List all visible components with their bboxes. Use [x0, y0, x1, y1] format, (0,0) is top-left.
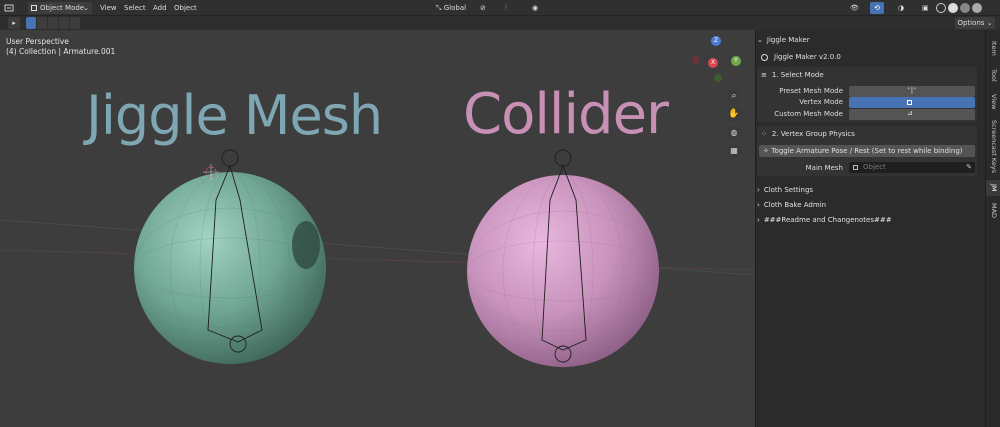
overlay-icon[interactable]: ◑ [898, 2, 904, 14]
menu-object[interactable]: Object [174, 2, 197, 14]
vertex-icon [907, 100, 912, 105]
tab-item[interactable]: Item [986, 36, 1000, 60]
shading-buttons [936, 3, 996, 13]
select-subtract-icon[interactable] [48, 17, 58, 29]
transform-orientation[interactable]: ⤡ Global [430, 2, 472, 14]
armature-icon: ✧ [763, 147, 769, 155]
material-shading-icon[interactable] [960, 3, 970, 13]
mode-dropdown[interactable]: Object Mode ⌄ [28, 2, 92, 14]
jiggle-sphere [134, 172, 326, 364]
tool-header: ▸ Options ⌄ [0, 16, 1000, 30]
chevron-right-icon: › [757, 186, 760, 194]
list-icon: ≡ [761, 71, 767, 79]
tab-tool[interactable]: Tool [986, 63, 1000, 87]
visibility-icon[interactable]: 👁 [850, 2, 859, 14]
3d-viewport[interactable]: User Perspective (4) Collection | Armatu… [0, 30, 755, 427]
select-tool-icon[interactable]: ▸ [8, 17, 20, 29]
eyedropper-icon[interactable]: ✎ [966, 162, 972, 173]
menu-select[interactable]: Select [124, 2, 146, 14]
custom-mesh-mode-label: Custom Mesh Mode [774, 110, 843, 118]
toggle-armature-pose-button[interactable]: ✧ Toggle Armature Pose / Rest (Set to re… [759, 145, 975, 157]
xray-icon[interactable]: ▣ [922, 2, 929, 14]
rendered-shading-icon[interactable] [972, 3, 982, 13]
collider-sphere [467, 175, 659, 367]
tab-mad[interactable]: MAD [986, 200, 1000, 222]
preset-mesh-icon: ⁺|⁺ [907, 86, 917, 94]
collider-title: Collider [463, 82, 669, 147]
pivot-icon[interactable]: ⊘ [480, 2, 486, 14]
cloth-bake-admin-header[interactable]: › Cloth Bake Admin [757, 198, 977, 212]
pan-hand-icon[interactable]: ✋ [727, 107, 741, 121]
custom-mesh-icon: ⊿ [907, 109, 913, 117]
main-mesh-field[interactable]: Object ✎ [849, 162, 975, 173]
preset-mesh-mode-button[interactable]: ⁺|⁺ [849, 86, 975, 97]
proportional-edit-icon[interactable]: ◉ [532, 2, 538, 14]
vertex-mode-button[interactable] [849, 97, 975, 108]
camera-icon[interactable]: ◍ [727, 126, 741, 140]
jiggle-dent [292, 221, 320, 269]
vertex-group-icon: ⁘ [761, 130, 767, 138]
grid-perspective-icon[interactable]: ▦ [727, 144, 741, 158]
gizmo-neg-y[interactable] [714, 74, 722, 82]
chevron-right-icon: › [757, 216, 760, 224]
select-invert-icon[interactable] [59, 17, 69, 29]
axis-icon: ⤡ [435, 4, 442, 12]
preset-mesh-mode-label: Preset Mesh Mode [779, 87, 843, 95]
options-dropdown[interactable]: Options ⌄ [955, 17, 995, 29]
zoom-icon[interactable]: ⌕ [727, 89, 741, 103]
gizmo-z[interactable]: Z [711, 36, 721, 46]
tab-screencast-keys[interactable]: Screencast Keys [986, 117, 1000, 177]
vertex-group-title: ⁘ 2. Vertex Group Physics [761, 130, 855, 138]
cloth-settings-header[interactable]: › Cloth Settings [757, 183, 977, 197]
menu-view[interactable]: View [100, 2, 117, 14]
readme-header[interactable]: › ###Readme and Changenotes### [757, 213, 977, 227]
wireframe-shading-icon[interactable] [936, 3, 946, 13]
solid-shading-icon[interactable] [948, 3, 958, 13]
select-intersect-icon[interactable] [70, 17, 80, 29]
header-bar: Object Mode ⌄ View Select Add Object ⤡ G… [0, 0, 1000, 16]
gizmo-toggle-button[interactable]: ⟲ [870, 2, 884, 14]
tab-jm[interactable]: JM [986, 180, 1000, 196]
object-icon [853, 165, 858, 170]
object-mode-icon [31, 5, 37, 11]
navigation-gizmo[interactable]: Z Y X [688, 36, 744, 92]
main-mesh-label: Main Mesh [805, 164, 843, 172]
tab-view[interactable]: View [986, 90, 1000, 114]
select-new-icon[interactable] [26, 17, 36, 29]
chevron-down-icon: ⌄ [757, 36, 763, 44]
jiggle-maker-header[interactable]: ⌄ Jiggle Maker [757, 33, 977, 47]
snap-icon[interactable]: ⫶ [505, 2, 507, 14]
addon-logo-icon [761, 53, 768, 61]
vertex-mode-label: Vertex Mode [799, 98, 843, 106]
custom-mesh-mode-button[interactable]: ⊿ [849, 109, 975, 120]
chevron-down-icon: ⌄ [83, 4, 89, 12]
sidebar-tabs: Item Tool View Screencast Keys JM MAD [985, 30, 1000, 427]
version-row: Jiggle Maker v2.0.0 [757, 50, 977, 64]
gizmo-y[interactable]: Y [731, 56, 741, 66]
gizmo-neg-x[interactable] [692, 56, 700, 64]
gizmo-x[interactable]: X [708, 58, 718, 68]
jiggle-mesh-title: Jiggle Mesh [86, 84, 383, 147]
editor-type-icon[interactable] [4, 2, 14, 14]
chevron-right-icon: › [757, 201, 760, 209]
chevron-down-icon: ⌄ [986, 19, 993, 27]
select-mode-title: ≡ 1. Select Mode [761, 71, 824, 79]
menu-add[interactable]: Add [153, 2, 167, 14]
select-extend-icon[interactable] [37, 17, 47, 29]
